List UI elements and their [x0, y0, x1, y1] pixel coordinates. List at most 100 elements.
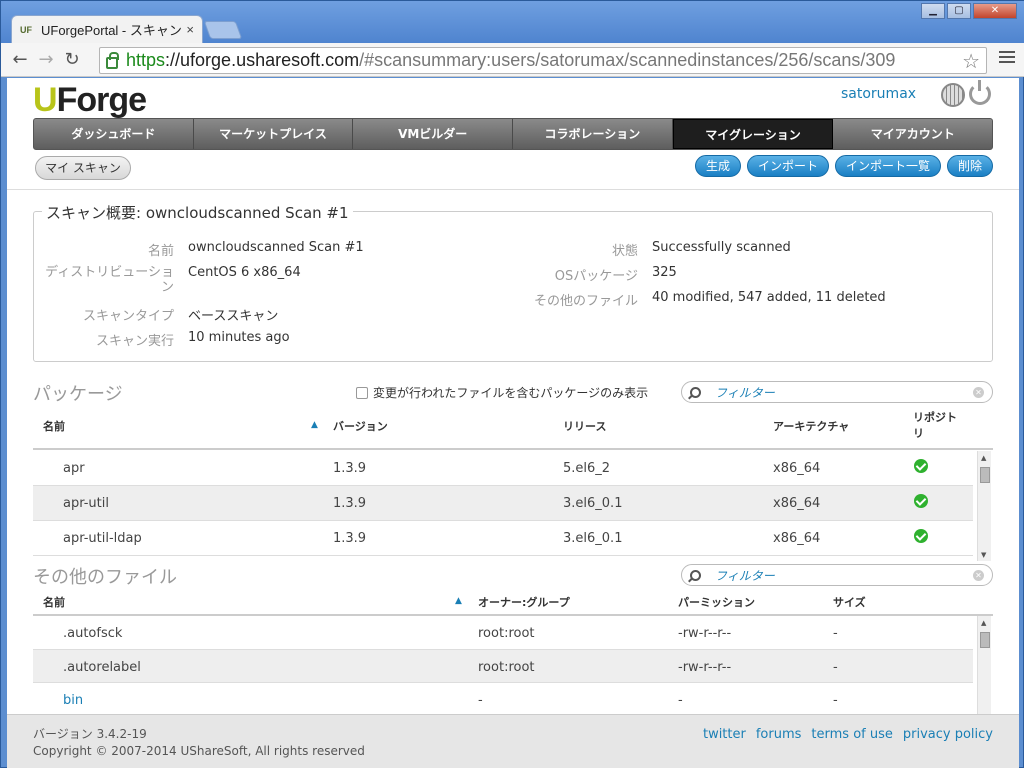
back-arrow-icon[interactable]: ← — [7, 49, 33, 70]
power-icon[interactable] — [969, 80, 991, 105]
nav-my-account[interactable]: マイアカウント — [833, 119, 992, 149]
summary-value: 325 — [652, 265, 677, 280]
filter-placeholder: フィルター — [715, 385, 775, 400]
search-icon — [690, 569, 701, 581]
scan-summary-panel: スキャン概要: owncloudscanned Scan #1 名前 owncl… — [33, 202, 993, 362]
browser-menu-icon[interactable] — [999, 51, 1015, 66]
footer-link-privacy[interactable]: privacy policy — [903, 727, 993, 742]
col-repository[interactable]: リポジトリ — [913, 410, 963, 442]
tab-my-scans[interactable]: マイ スキャン — [35, 156, 131, 180]
forward-arrow-icon[interactable]: → — [33, 49, 59, 70]
tab-close-icon[interactable]: × — [186, 22, 194, 37]
checkbox-label: 変更が行われたファイルを含むパッケージのみ表示 — [373, 386, 649, 400]
col-release[interactable]: リリース — [563, 418, 606, 434]
nav-migration[interactable]: マイグレーション — [672, 119, 834, 149]
summary-label: スキャンタイプ — [82, 309, 174, 324]
uforge-logo[interactable]: UForge — [33, 81, 147, 120]
search-icon — [690, 386, 701, 398]
check-icon — [914, 494, 928, 508]
summary-value: ベーススキャン — [188, 309, 279, 324]
browser-toolbar: ← → ↻ https://uforge.usharesoft.com/#sca… — [1, 43, 1024, 77]
new-tab-button[interactable] — [203, 21, 243, 39]
col-permission[interactable]: パーミッション — [678, 594, 755, 610]
url-host: ://uforge.usharesoft.com — [165, 50, 360, 70]
delete-button[interactable]: 削除 — [946, 155, 993, 177]
packages-filter-input[interactable]: フィルター ✕ — [681, 381, 993, 403]
import-button[interactable]: インポート — [746, 155, 829, 177]
reload-icon[interactable]: ↻ — [59, 49, 85, 70]
summary-value: 10 minutes ago — [188, 330, 290, 345]
import-list-button[interactable]: インポート一覧 — [834, 155, 941, 177]
col-version[interactable]: バージョン — [333, 418, 388, 434]
packages-table-header: 名前 ▲ バージョン リリース アーキテクチャ リポジトリ — [33, 406, 993, 450]
col-size[interactable]: サイズ — [833, 594, 866, 610]
col-name[interactable]: 名前 — [43, 594, 65, 610]
close-window-button[interactable]: ✕ — [973, 3, 1017, 19]
other-files-filter-input[interactable]: フィルター ✕ — [681, 564, 993, 586]
footer-links: twitter forums terms of use privacy poli… — [703, 727, 993, 742]
summary-label: その他のファイル — [533, 294, 638, 309]
tab-title: UForgePortal - スキャン — [41, 23, 182, 38]
browser-window: UF UForgePortal - スキャン × ▁ ▢ ✕ ← → ↻ htt… — [0, 0, 1024, 768]
packages-table-body: apr 1.3.9 5.el6_2 x86_64 apr-util 1.3.9 … — [33, 451, 973, 561]
summary-label: スキャン実行 — [95, 334, 174, 349]
scroll-up-icon[interactable]: ▲ — [981, 454, 986, 462]
footer-link-forums[interactable]: forums — [756, 727, 802, 742]
lock-icon — [106, 51, 119, 69]
generate-button[interactable]: 生成 — [694, 155, 741, 177]
col-architecture[interactable]: アーキテクチャ — [773, 418, 849, 434]
summary-label: ディストリビューション — [45, 265, 174, 295]
other-files-title: その他のファイル — [33, 563, 673, 589]
table-row[interactable]: .autorelabel root:root -rw-r--r-- - — [33, 650, 973, 683]
col-name[interactable]: 名前 — [43, 418, 65, 434]
scroll-down-icon[interactable]: ▼ — [981, 551, 986, 559]
summary-value: Successfully scanned — [652, 240, 791, 255]
scrollbar-thumb[interactable] — [980, 467, 990, 483]
other-files-table-body: .autofsck root:root -rw-r--r-- - .autore… — [33, 616, 973, 714]
table-row[interactable]: .autofsck root:root -rw-r--r-- - — [33, 616, 973, 650]
table-row[interactable]: bin - - - — [33, 683, 973, 714]
main-nav: ダッシュボード マーケットプレイス VMビルダー コラボレーション マイグレーシ… — [33, 118, 993, 150]
page-content: UForge satorumax ダッシュボード マーケットプレイス VMビルダ… — [7, 78, 1019, 768]
clear-icon[interactable]: ✕ — [973, 386, 984, 398]
username-link[interactable]: satorumax — [841, 86, 916, 102]
version-text: バージョン 3.4.2-19 — [33, 727, 147, 741]
url-path: /#scansummary:users/satorumax/scannedins… — [359, 50, 896, 70]
table-row[interactable]: apr-util 1.3.9 3.el6_0.1 x86_64 — [33, 486, 973, 521]
table-row[interactable]: apr-util-ldap 1.3.9 3.el6_0.1 x86_64 — [33, 521, 973, 556]
tab-strip: UF UForgePortal - スキャン × ▁ ▢ ✕ — [1, 1, 1024, 43]
footer-link-terms[interactable]: terms of use — [811, 727, 892, 742]
nav-collaboration[interactable]: コラボレーション — [513, 119, 673, 149]
favicon-icon: UF — [20, 24, 32, 35]
summary-label: 状態 — [611, 244, 638, 259]
url-scheme: https — [126, 50, 166, 70]
col-owner-group[interactable]: オーナー:グループ — [478, 594, 570, 610]
summary-value: CentOS 6 x86_64 — [188, 265, 301, 280]
nav-marketplace[interactable]: マーケットプレイス — [194, 119, 354, 149]
nav-vm-builder[interactable]: VMビルダー — [353, 119, 514, 149]
packages-scrollbar[interactable]: ▲ ▼ — [977, 451, 991, 561]
table-row[interactable]: apr 1.3.9 5.el6_2 x86_64 — [33, 451, 973, 486]
bookmark-star-icon[interactable]: ☆ — [962, 49, 980, 74]
other-files-scrollbar[interactable]: ▲ — [977, 616, 991, 714]
sort-asc-icon[interactable]: ▲ — [455, 596, 462, 606]
clear-icon[interactable]: ✕ — [973, 569, 984, 581]
divider — [7, 189, 1019, 190]
globe-icon[interactable] — [941, 83, 965, 107]
folder-link[interactable]: bin — [63, 693, 83, 708]
other-files-table-header: 名前 ▲ オーナー:グループ パーミッション サイズ — [33, 588, 993, 616]
browser-tab[interactable]: UF UForgePortal - スキャン × — [11, 15, 203, 43]
footer-link-twitter[interactable]: twitter — [703, 727, 746, 742]
check-icon — [914, 529, 928, 543]
changed-files-only-checkbox[interactable]: 変更が行われたファイルを含むパッケージのみ表示 — [356, 384, 648, 401]
scroll-up-icon[interactable]: ▲ — [981, 619, 986, 627]
checkbox-icon[interactable] — [356, 386, 368, 399]
minimize-button[interactable]: ▁ — [921, 3, 945, 19]
scrollbar-thumb[interactable] — [980, 632, 990, 648]
check-icon — [914, 459, 928, 473]
address-bar[interactable]: https://uforge.usharesoft.com/#scansumma… — [99, 47, 987, 74]
sort-asc-icon[interactable]: ▲ — [311, 420, 318, 430]
summary-label: OSパッケージ — [554, 269, 638, 284]
maximize-button[interactable]: ▢ — [947, 3, 971, 19]
nav-dashboard[interactable]: ダッシュボード — [34, 119, 194, 149]
